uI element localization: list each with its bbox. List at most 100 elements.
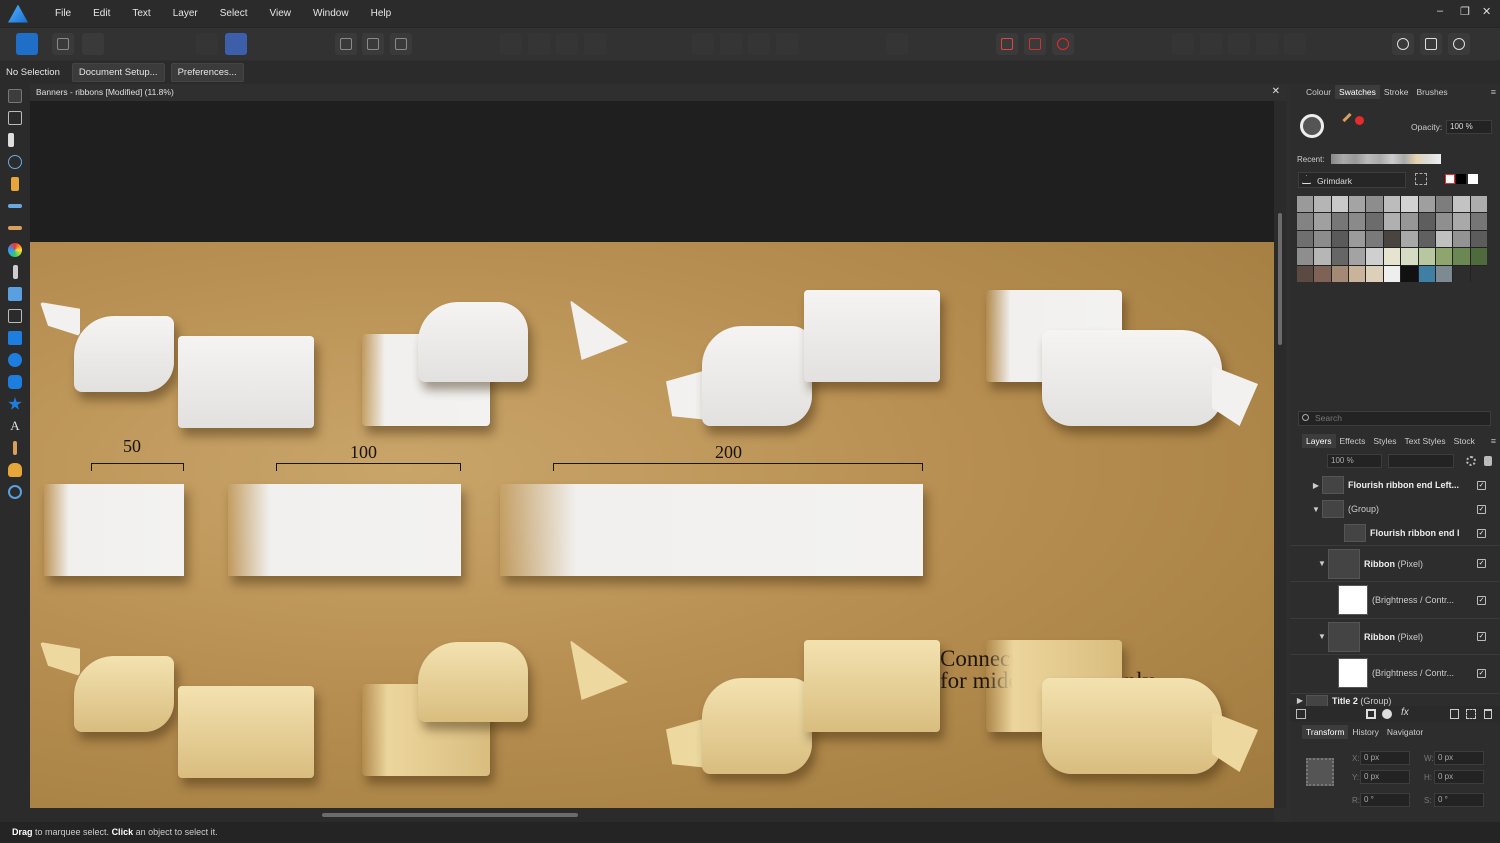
share-icon[interactable] xyxy=(82,33,104,55)
shear-field[interactable]: 0 ° xyxy=(1434,793,1484,807)
palette-dropdown[interactable]: Grimdark xyxy=(1298,172,1406,188)
none-swatch[interactable] xyxy=(1445,174,1455,184)
collapse-arrow-icon[interactable]: ▼ xyxy=(1316,632,1328,641)
text-tool-icon[interactable]: A xyxy=(8,419,22,433)
tab-history[interactable]: History xyxy=(1348,725,1382,739)
visibility-checkbox[interactable]: ✓ xyxy=(1477,595,1486,605)
brush-tool-icon[interactable] xyxy=(8,226,22,230)
tab-swatches[interactable]: Swatches xyxy=(1335,85,1380,99)
crop-tool-icon[interactable] xyxy=(8,309,22,323)
layer-row[interactable]: Flourish ribbon end l ✓ xyxy=(1290,521,1500,545)
select-all-icon[interactable] xyxy=(362,33,384,55)
pencil-tool-icon[interactable] xyxy=(8,204,22,208)
anchor-selector-icon[interactable] xyxy=(1306,758,1334,786)
menu-file[interactable]: File xyxy=(44,8,82,19)
select-bounds-icon[interactable] xyxy=(335,33,357,55)
swatch-grid[interactable] xyxy=(1297,196,1487,282)
blend-mode-dropdown[interactable] xyxy=(1388,454,1454,468)
restore-button[interactable]: ❐ xyxy=(1460,5,1470,18)
star-tool-icon[interactable] xyxy=(8,397,22,410)
tab-navigator[interactable]: Navigator xyxy=(1383,725,1427,739)
layer-row[interactable]: ▶ Flourish ribbon end Left... ✓ xyxy=(1290,473,1500,497)
flip-horizontal-icon[interactable] xyxy=(692,33,714,55)
minimize-button[interactable]: – xyxy=(1437,5,1443,17)
hand-tool-icon[interactable] xyxy=(8,463,22,477)
horizontal-scrollbar[interactable] xyxy=(30,808,1274,822)
x-field[interactable]: 0 px xyxy=(1360,751,1410,765)
boolean-xor-icon[interactable] xyxy=(1256,33,1278,55)
arrange-backward-icon[interactable] xyxy=(528,33,550,55)
visibility-checkbox[interactable]: ✓ xyxy=(1477,559,1486,568)
visibility-checkbox[interactable]: ✓ xyxy=(1477,504,1486,514)
layer-row[interactable]: (Brightness / Contr... ✓ xyxy=(1290,654,1500,691)
group-icon[interactable] xyxy=(1466,709,1476,719)
artboard-tool-icon[interactable] xyxy=(8,111,22,125)
designer-persona-icon[interactable] xyxy=(16,33,38,55)
fill-stroke-well-icon[interactable] xyxy=(1300,114,1324,138)
visibility-checkbox[interactable]: ✓ xyxy=(1477,632,1486,641)
current-colour-swatch[interactable] xyxy=(1355,116,1364,125)
visibility-checkbox[interactable]: ✓ xyxy=(1477,480,1486,490)
collapse-arrow-icon[interactable]: ▼ xyxy=(1310,505,1322,514)
tab-text-styles[interactable]: Text Styles xyxy=(1401,434,1450,448)
vertical-scrollbar[interactable] xyxy=(1274,101,1286,808)
boolean-divide-icon[interactable] xyxy=(1284,33,1306,55)
align-icon[interactable] xyxy=(886,33,908,55)
transparency-tool-icon[interactable] xyxy=(13,265,18,279)
add-layer-icon[interactable] xyxy=(1450,709,1459,719)
swatch-search-input[interactable]: Search xyxy=(1298,411,1491,426)
boolean-intersect-icon[interactable] xyxy=(1228,33,1250,55)
layer-row[interactable]: (Brightness / Contr... ✓ xyxy=(1290,581,1500,618)
tab-transform[interactable]: Transform xyxy=(1302,725,1349,739)
rotate-left-icon[interactable] xyxy=(748,33,770,55)
layer-settings-gear-icon[interactable] xyxy=(1466,456,1476,466)
snapping-grid-icon[interactable] xyxy=(996,33,1018,55)
boolean-add-icon[interactable] xyxy=(1172,33,1194,55)
arrange-back-icon[interactable] xyxy=(500,33,522,55)
menu-text[interactable]: Text xyxy=(121,8,161,19)
rotation-field[interactable]: 0 ° xyxy=(1360,793,1410,807)
snap-settings-icon[interactable] xyxy=(196,33,218,55)
opacity-field[interactable]: 100 % xyxy=(1446,120,1492,134)
affinity-logo-icon[interactable] xyxy=(8,4,28,23)
canvas[interactable]: 50 100 200 Connecting symbol for middle … xyxy=(30,101,1274,808)
tab-styles[interactable]: Styles xyxy=(1369,434,1400,448)
move-tool-icon[interactable] xyxy=(8,89,22,103)
layer-opacity-field[interactable]: 100 % xyxy=(1327,454,1382,468)
swatches-panel-menu-icon[interactable]: ≡ xyxy=(1491,87,1496,97)
mask-icon[interactable] xyxy=(1366,709,1376,719)
assistant-icon[interactable] xyxy=(225,33,247,55)
menu-window[interactable]: Window xyxy=(302,8,360,19)
document-tab[interactable]: Banners - ribbons [Modified] (11.8%) ✕ xyxy=(30,84,1286,101)
rectangle-tool-icon[interactable] xyxy=(8,331,22,345)
visibility-checkbox[interactable]: ✓ xyxy=(1477,668,1486,678)
vertical-scroll-thumb[interactable] xyxy=(1278,213,1282,345)
insert-behind-icon[interactable] xyxy=(1420,33,1442,55)
layer-row[interactable]: ▼ Ribbon (Pixel) ✓ xyxy=(1290,545,1500,581)
y-field[interactable]: 0 px xyxy=(1360,770,1410,784)
palette-options-icon[interactable] xyxy=(1415,173,1427,185)
trash-icon[interactable] xyxy=(1484,709,1492,719)
white-swatch[interactable] xyxy=(1468,174,1478,184)
black-swatch[interactable] xyxy=(1456,174,1466,184)
boolean-subtract-icon[interactable] xyxy=(1200,33,1222,55)
tab-layers[interactable]: Layers xyxy=(1302,434,1336,448)
rounded-rect-tool-icon[interactable] xyxy=(8,375,22,389)
grid-persona-icon[interactable] xyxy=(52,33,74,55)
lock-icon[interactable] xyxy=(1484,456,1492,466)
w-field[interactable]: 0 px xyxy=(1434,751,1484,765)
h-field[interactable]: 0 px xyxy=(1434,770,1484,784)
place-image-icon[interactable] xyxy=(8,287,22,301)
menu-layer[interactable]: Layer xyxy=(162,8,209,19)
insert-inside-icon[interactable] xyxy=(1392,33,1414,55)
color-picker-tool-icon[interactable] xyxy=(13,441,17,455)
corner-tool-icon[interactable] xyxy=(8,155,22,169)
close-document-icon[interactable]: ✕ xyxy=(1272,86,1280,97)
expand-arrow-icon[interactable]: ▶ xyxy=(1310,481,1322,490)
tab-colour[interactable]: Colour xyxy=(1302,85,1335,99)
close-window-button[interactable]: ✕ xyxy=(1482,5,1491,18)
collapse-arrow-icon[interactable]: ▼ xyxy=(1316,559,1328,568)
menu-help[interactable]: Help xyxy=(360,8,403,19)
zoom-tool-icon[interactable] xyxy=(8,485,22,499)
fx-icon[interactable]: fx xyxy=(1401,707,1409,718)
